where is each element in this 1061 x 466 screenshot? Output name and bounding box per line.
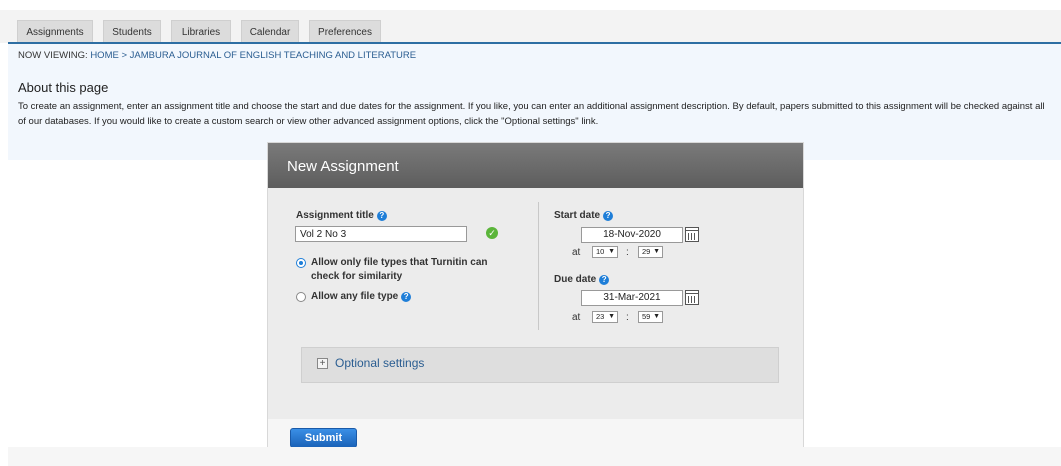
start-date-label-text: Start date — [554, 210, 601, 221]
question-icon[interactable]: ? — [599, 275, 610, 285]
due-date-label: Due date? — [554, 274, 610, 285]
due-hour-select[interactable]: 23 ▼ — [592, 311, 618, 323]
submit-button[interactable]: Submit — [290, 428, 357, 448]
due-date-label-text: Due date — [554, 274, 597, 285]
calendar-icon[interactable] — [685, 227, 699, 242]
chevron-down-icon: ▼ — [608, 248, 615, 255]
start-minute-value: 29 — [642, 247, 651, 256]
breadcrumb-prefix: NOW VIEWING: — [18, 50, 91, 61]
optional-settings-link[interactable]: Optional settings — [335, 356, 424, 370]
panel-header: New Assignment — [268, 143, 803, 188]
start-time-colon: : — [626, 247, 629, 258]
question-icon[interactable]: ? — [401, 292, 412, 302]
calendar-icon[interactable] — [685, 290, 699, 305]
assignment-title-label-text: Assignment title — [296, 210, 374, 221]
breadcrumb-current-link[interactable]: JAMBURA JOURNAL OF ENGLISH TEACHING AND … — [130, 50, 416, 61]
due-minute-select[interactable]: 59 ▼ — [638, 311, 663, 323]
about-title: About this page — [18, 80, 109, 95]
due-date-input[interactable]: 31-Mar-2021 — [581, 290, 683, 306]
about-description: To create an assignment, enter an assign… — [18, 101, 1045, 127]
breadcrumb-separator: > — [118, 50, 130, 61]
chevron-down-icon: ▼ — [653, 248, 660, 255]
start-date-input[interactable]: 18-Nov-2020 — [581, 227, 683, 243]
due-hour-value: 23 — [596, 312, 605, 321]
tab-preferences[interactable]: Preferences — [309, 20, 381, 43]
check-icon: ✓ — [486, 227, 498, 239]
tab-bar: Assignments Students Libraries Calendar … — [0, 10, 1061, 43]
start-date-label: Start date? — [554, 210, 614, 221]
tab-students[interactable]: Students — [103, 20, 161, 43]
chevron-down-icon: ▼ — [608, 313, 615, 320]
tab-calendar[interactable]: Calendar — [241, 20, 299, 43]
question-icon[interactable]: ? — [603, 211, 614, 221]
start-hour-select[interactable]: 10 ▼ — [592, 246, 618, 258]
radio-restricted-file-types[interactable] — [296, 258, 306, 268]
start-at-label: at — [572, 247, 581, 258]
tab-libraries[interactable]: Libraries — [171, 20, 231, 43]
due-time-colon: : — [626, 312, 629, 323]
assignment-title-input[interactable] — [295, 226, 467, 242]
radio-any-label-text: Allow any file type — [311, 291, 399, 302]
chevron-down-icon: ▼ — [653, 313, 660, 320]
radio-any-label: Allow any file type? — [311, 290, 412, 304]
top-strip — [0, 0, 1061, 10]
question-icon[interactable]: ? — [376, 211, 387, 221]
tab-assignments[interactable]: Assignments — [17, 20, 93, 43]
column-divider — [538, 202, 539, 330]
assignment-title-label: Assignment title? — [296, 210, 387, 221]
breadcrumb: NOW VIEWING: HOME > JAMBURA JOURNAL OF E… — [18, 50, 416, 61]
radio-any-file-type[interactable] — [296, 292, 306, 302]
start-minute-select[interactable]: 29 ▼ — [638, 246, 663, 258]
due-minute-value: 59 — [642, 312, 651, 321]
radio-restricted-label: Allow only file types that Turnitin can … — [311, 257, 488, 282]
due-at-label: at — [572, 312, 581, 323]
breadcrumb-home-link[interactable]: HOME — [90, 50, 119, 61]
start-hour-value: 10 — [596, 247, 605, 256]
plus-icon[interactable]: + — [317, 358, 328, 369]
bottom-strip — [8, 447, 1061, 466]
